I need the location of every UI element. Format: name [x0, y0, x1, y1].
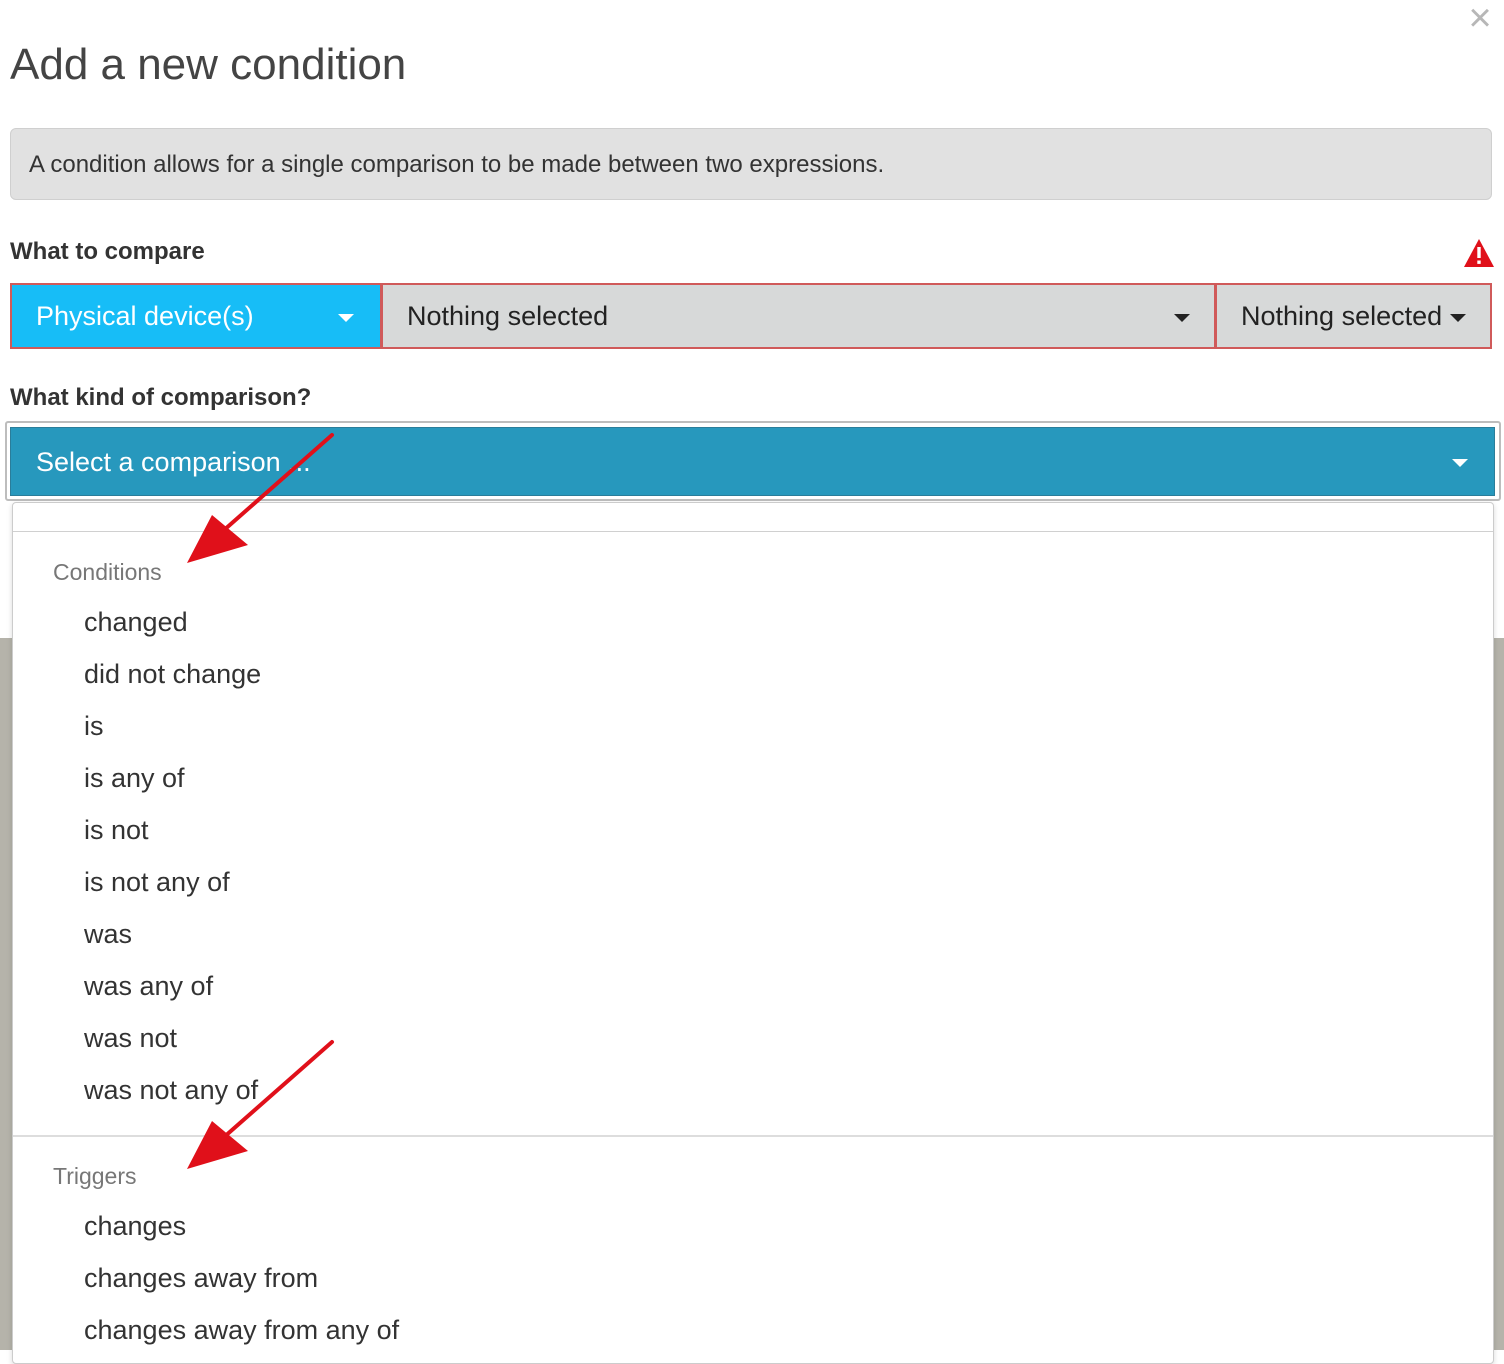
comparison-kind-label: What kind of comparison?: [10, 384, 312, 411]
warning-triangle-icon: [1464, 239, 1494, 267]
option-changed[interactable]: changed: [84, 607, 188, 638]
what-to-compare-label: What to compare: [10, 238, 205, 265]
option-changes-away-from[interactable]: changes away from: [84, 1263, 318, 1294]
device-select-value: Nothing selected: [407, 301, 609, 331]
option-was[interactable]: was: [84, 919, 132, 950]
caret-down-icon: [338, 314, 354, 322]
option-was-any-of[interactable]: was any of: [84, 971, 213, 1002]
attribute-select[interactable]: Nothing selected: [1215, 283, 1492, 349]
caret-down-icon: [1450, 314, 1466, 322]
option-is-not-any-of[interactable]: is not any of: [84, 867, 230, 898]
option-is-any-of[interactable]: is any of: [84, 763, 185, 794]
caret-down-icon: [1174, 314, 1190, 322]
close-button[interactable]: ×: [1462, 0, 1498, 38]
device-select[interactable]: Nothing selected: [381, 283, 1216, 349]
option-changes[interactable]: changes: [84, 1211, 186, 1242]
group-header-triggers: Triggers: [53, 1163, 137, 1189]
attribute-select-value: Nothing selected: [1241, 301, 1441, 331]
modal-title: Add a new condition: [10, 40, 407, 89]
option-did-not-change[interactable]: did not change: [84, 659, 261, 690]
comparison-select-placeholder: Select a comparison ...: [36, 447, 311, 477]
comparison-dropdown-menu: Conditions changed did not change is is …: [12, 502, 1494, 1364]
option-was-not[interactable]: was not: [84, 1023, 177, 1054]
option-was-not-any-of[interactable]: was not any of: [84, 1075, 258, 1106]
device-type-select-value: Physical device(s): [36, 301, 254, 331]
info-box: A condition allows for a single comparis…: [10, 128, 1492, 200]
dropdown-search-area[interactable]: [13, 503, 1493, 532]
option-changes-away-from-any-of[interactable]: changes away from any of: [84, 1315, 399, 1346]
device-type-select[interactable]: Physical device(s): [10, 283, 382, 349]
option-is[interactable]: is: [84, 711, 104, 742]
group-header-conditions: Conditions: [53, 559, 162, 585]
option-is-not[interactable]: is not: [84, 815, 149, 846]
group-divider: [13, 1135, 1493, 1137]
caret-down-icon: [1452, 459, 1468, 467]
comparison-select[interactable]: Select a comparison ...: [10, 427, 1495, 496]
